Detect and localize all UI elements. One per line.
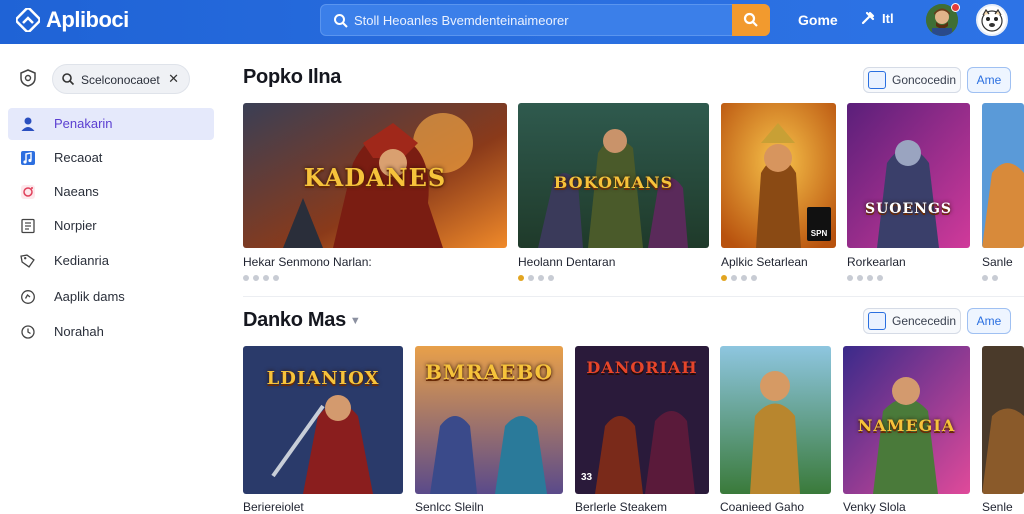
filter-label: Gencecedin: [892, 314, 957, 328]
camera-icon: [21, 185, 35, 199]
game-card[interactable]: LDIANIOX Beriereiolet: [243, 346, 403, 514]
game-card[interactable]: SUOENGS Rorkearlan: [847, 103, 970, 283]
section-filter-button[interactable]: Goncocedin: [863, 67, 961, 93]
game-card[interactable]: Coanieed Gaho: [720, 346, 831, 514]
rating-dots: [847, 275, 883, 281]
sidebar-item-norahah[interactable]: Norahah: [8, 316, 214, 348]
game-thumbnail[interactable]: SPN: [721, 103, 836, 248]
game-art-title: DANORIAH: [586, 358, 698, 377]
chevron-down-icon[interactable]: ▼: [350, 315, 361, 327]
gamepad-icon: [21, 290, 35, 304]
rating-dots: [982, 275, 998, 281]
section-title-text: Danko Mas: [243, 309, 346, 331]
game-badge: SPN: [807, 207, 831, 241]
section-title-danko: Danko Mas ▼: [243, 309, 361, 332]
game-thumbnail[interactable]: DANORIAH 33: [575, 346, 709, 494]
rating-dots: [518, 275, 554, 281]
see-all-label: Ame: [976, 73, 1002, 87]
game-title: Rorkearlan: [847, 255, 906, 269]
clock-icon: [21, 325, 35, 339]
game-title: Heolann Dentaran: [518, 255, 616, 269]
book-icon: [21, 218, 35, 234]
tools-label: Itl: [882, 10, 894, 26]
app-logo[interactable]: Apliboci: [16, 6, 129, 34]
shield-icon[interactable]: [18, 68, 38, 88]
sidebar-item-label: Kedianria: [54, 253, 109, 268]
game-card[interactable]: BOKOMANS Heolann Dentaran: [518, 103, 709, 283]
game-thumbnail[interactable]: [982, 103, 1024, 248]
filter-label: Goncocedin: [892, 73, 957, 87]
see-all-label: Ame: [976, 314, 1002, 328]
game-card[interactable]: BMRAEBO Senlcc Sleiln: [415, 346, 563, 514]
game-title: Sanle: [982, 255, 1013, 269]
section-see-all-button[interactable]: Ame: [967, 67, 1011, 93]
game-thumbnail[interactable]: NAMEGIA: [843, 346, 970, 494]
sidebar-search-text: Scelconocaoet: [81, 73, 160, 87]
search-icon: [334, 14, 348, 28]
game-art-title: KADANES: [303, 163, 447, 192]
tools-icon: [861, 11, 875, 25]
sidebar-item-naeans[interactable]: Naeans: [8, 176, 214, 208]
game-card[interactable]: NAMEGIA Venky Slola: [843, 346, 970, 514]
game-thumbnail[interactable]: SUOENGS: [847, 103, 970, 248]
game-thumbnail[interactable]: LDIANIOX: [243, 346, 403, 494]
sidebar-item-label: Aaplik dams: [54, 289, 125, 304]
sidebar-item-aaplik-dams[interactable]: Aaplik dams: [8, 281, 214, 313]
section-divider: [243, 296, 1024, 297]
games-link[interactable]: Gome: [798, 12, 838, 28]
sidebar-item-recaoat[interactable]: Recaoat: [8, 142, 214, 174]
logo-icon: [16, 8, 40, 32]
sidebar-item-label: Norpier: [54, 218, 97, 233]
section-filter-button[interactable]: Gencecedin: [863, 308, 961, 334]
game-thumbnail[interactable]: [982, 346, 1024, 494]
search-placeholder: Stoll Heoanles Bvemdenteinaimeorer: [354, 13, 569, 28]
sidebar-item-label: Naeans: [54, 184, 99, 199]
game-card[interactable]: Sanle: [982, 103, 1024, 283]
game-art-title: BOKOMANS: [553, 173, 674, 192]
section-title-text: Popko Ilna: [243, 66, 342, 88]
grid-icon: [868, 71, 886, 89]
sidebar-item-kedianria[interactable]: Kedianria: [8, 245, 214, 277]
game-thumbnail[interactable]: BOKOMANS: [518, 103, 709, 248]
game-art-title: NAMEGIA: [857, 416, 956, 435]
notification-badge: [951, 3, 960, 12]
game-card[interactable]: DANORIAH 33 Berlerle Steakem: [575, 346, 709, 514]
sidebar-search-input[interactable]: Scelconocaoet ✕: [52, 64, 190, 94]
game-thumbnail[interactable]: KADANES: [243, 103, 507, 248]
game-corner-label: 33: [581, 472, 593, 483]
game-card[interactable]: KADANES Hekar Senmono Narlan:: [243, 103, 507, 283]
sidebar-item-label: Penakarin: [54, 116, 113, 131]
game-art-title: SUOENGS: [864, 201, 953, 217]
search-icon: [743, 12, 758, 27]
game-title: Aplkic Setarlean: [721, 255, 808, 269]
rating-dots: [721, 275, 757, 281]
profile-avatar[interactable]: [976, 4, 1008, 36]
sidebar-item-label: Norahah: [54, 324, 104, 339]
game-thumbnail[interactable]: [720, 346, 831, 494]
sidebar-item-penakarin[interactable]: Penakarin: [8, 108, 214, 140]
search-icon: [62, 73, 75, 86]
game-thumbnail[interactable]: BMRAEBO: [415, 346, 563, 494]
game-art-title: BMRAEBO: [424, 360, 554, 384]
music-icon: [21, 151, 35, 165]
section-see-all-button[interactable]: Ame: [967, 308, 1011, 334]
tag-icon: [20, 254, 35, 268]
rating-dots: [243, 275, 279, 281]
top-bar: Apliboci Stoll Heoanles Bvemdenteinaimeo…: [0, 0, 1024, 44]
app-name: Apliboci: [46, 7, 129, 32]
person-icon: [21, 117, 35, 131]
game-card[interactable]: Senle: [982, 346, 1024, 514]
game-title: Hekar Senmono Narlan:: [243, 255, 372, 269]
top-tools[interactable]: Itl: [860, 10, 894, 26]
grid-icon: [868, 312, 886, 330]
sidebar-item-norpier[interactable]: Norpier: [8, 210, 214, 242]
sidebar: Scelconocaoet ✕ Penakarin Recaoat Naeans: [0, 44, 225, 512]
clear-icon[interactable]: ✕: [168, 71, 179, 87]
game-art-title: LDIANIOX: [266, 368, 380, 389]
search-button[interactable]: [732, 4, 770, 36]
game-card[interactable]: SPN Aplkic Setarlean: [721, 103, 836, 283]
section-title-popular: Popko Ilna: [243, 66, 341, 89]
global-search-input[interactable]: Stoll Heoanles Bvemdenteinaimeorer: [320, 4, 770, 36]
sidebar-item-label: Recaoat: [54, 150, 103, 165]
